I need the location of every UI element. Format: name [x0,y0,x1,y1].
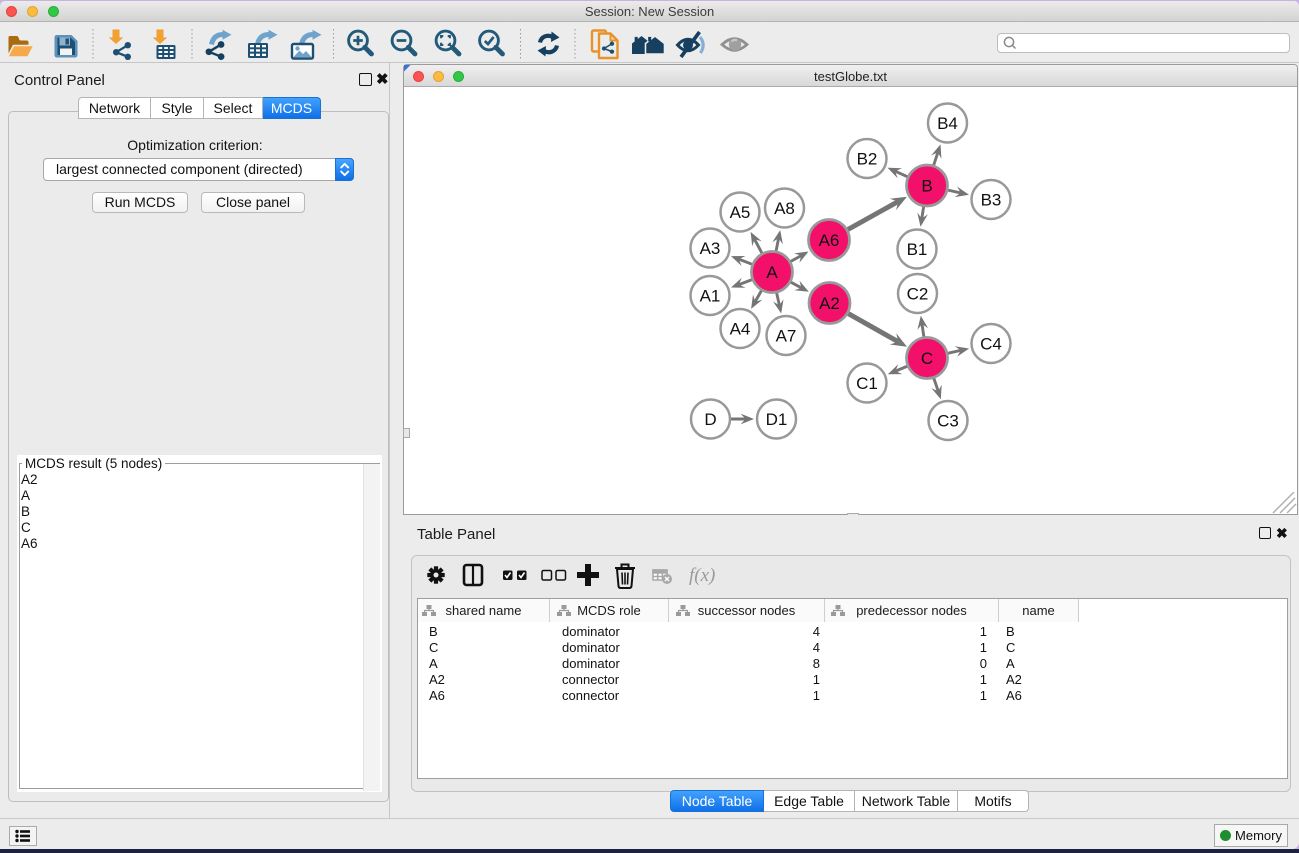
svg-text:A5: A5 [730,203,751,222]
svg-text:C3: C3 [937,412,959,431]
svg-text:f(x): f(x) [689,565,715,586]
svg-text:A6: A6 [819,231,840,250]
svg-text:B: B [921,177,932,196]
svg-text:C2: C2 [907,285,929,304]
svg-text:C4: C4 [980,335,1002,354]
svg-text:A8: A8 [774,199,795,218]
svg-text:A: A [766,263,778,282]
svg-text:A4: A4 [730,320,751,339]
svg-text:D: D [704,410,716,429]
svg-text:A7: A7 [776,327,797,346]
svg-text:C1: C1 [856,374,878,393]
svg-text:C: C [921,349,933,368]
svg-text:A3: A3 [700,239,721,258]
svg-text:B2: B2 [857,150,878,169]
svg-text:B3: B3 [981,191,1002,210]
svg-text:A1: A1 [700,287,721,306]
svg-text:B4: B4 [937,114,958,133]
svg-text:A2: A2 [819,294,840,313]
svg-text:D1: D1 [766,410,788,429]
svg-text:B1: B1 [907,240,928,259]
